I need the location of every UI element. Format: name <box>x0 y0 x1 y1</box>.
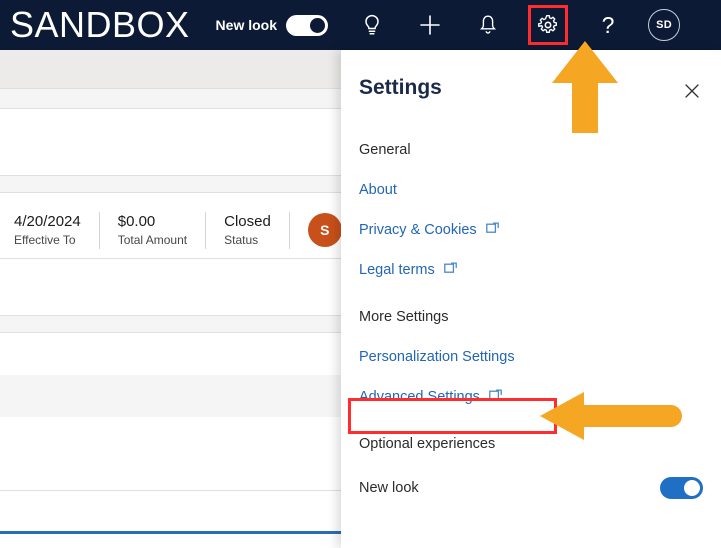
header-newlook-toggle[interactable] <box>286 14 329 36</box>
record-field-label: Status <box>224 232 259 247</box>
plus-icon[interactable] <box>412 7 448 43</box>
header-icon-group: ? SD <box>354 5 690 45</box>
settings-link-label: About <box>359 182 397 198</box>
settings-link-personalization-settings[interactable]: Personalization Settings <box>359 348 515 366</box>
app-header: SANDBOX New look ? SD <box>0 0 721 50</box>
bell-icon[interactable] <box>470 7 506 43</box>
section-heading-general: General <box>359 142 411 158</box>
settings-link-about[interactable]: About <box>359 181 397 199</box>
settings-link-label: Advanced Settings <box>359 389 480 405</box>
settings-link-label: Personalization Settings <box>359 349 515 365</box>
external-link-icon <box>489 388 503 406</box>
settings-link-label: Legal terms <box>359 262 435 278</box>
record-field: Closed Status <box>224 211 290 249</box>
record-field-value: $0.00 <box>117 212 156 230</box>
settings-panel-body: General About Privacy & Cookies Legal te… <box>341 141 721 499</box>
lightbulb-icon[interactable] <box>354 7 390 43</box>
settings-link-advanced-settings[interactable]: Advanced Settings <box>359 388 503 406</box>
settings-panel-header: Settings <box>341 50 721 112</box>
settings-gear-button[interactable] <box>528 5 569 45</box>
record-field-label: Effective To <box>14 232 76 247</box>
record-owner-avatar: S <box>307 213 342 247</box>
section-heading-optional-experiences: Optional experiences <box>359 436 496 452</box>
record-field: $0.00 Total Amount <box>117 211 207 249</box>
settings-flyout-panel: Settings General About Privacy & Cookies… <box>341 50 721 548</box>
settings-panel-title: Settings <box>359 76 442 99</box>
section-heading-more-settings: More Settings <box>359 309 449 325</box>
optional-newlook-label: New look <box>359 480 419 496</box>
header-newlook-group: New look <box>215 14 329 36</box>
external-link-icon <box>443 261 458 279</box>
external-link-icon <box>485 221 500 239</box>
user-avatar[interactable]: SD <box>648 9 681 41</box>
optional-newlook-toggle[interactable] <box>660 477 703 499</box>
help-icon[interactable]: ? <box>590 7 626 43</box>
brand-title: SANDBOX <box>10 4 190 45</box>
header-newlook-label: New look <box>215 17 278 33</box>
settings-link-legal-terms[interactable]: Legal terms <box>359 261 458 279</box>
record-field-value: 4/20/2024 <box>14 212 81 230</box>
record-summary-strip: 4/20/2024 Effective To $0.00 Total Amoun… <box>0 202 342 258</box>
settings-link-label: Privacy & Cookies <box>359 222 477 238</box>
optional-newlook-row: New look <box>359 477 703 499</box>
record-field-label: Total Amount <box>117 232 188 247</box>
gear-icon <box>538 15 558 34</box>
close-icon[interactable] <box>681 80 703 102</box>
record-field-value: Closed <box>224 212 271 230</box>
record-field: 4/20/2024 Effective To <box>14 211 100 249</box>
settings-link-privacy-cookies[interactable]: Privacy & Cookies <box>359 221 500 239</box>
